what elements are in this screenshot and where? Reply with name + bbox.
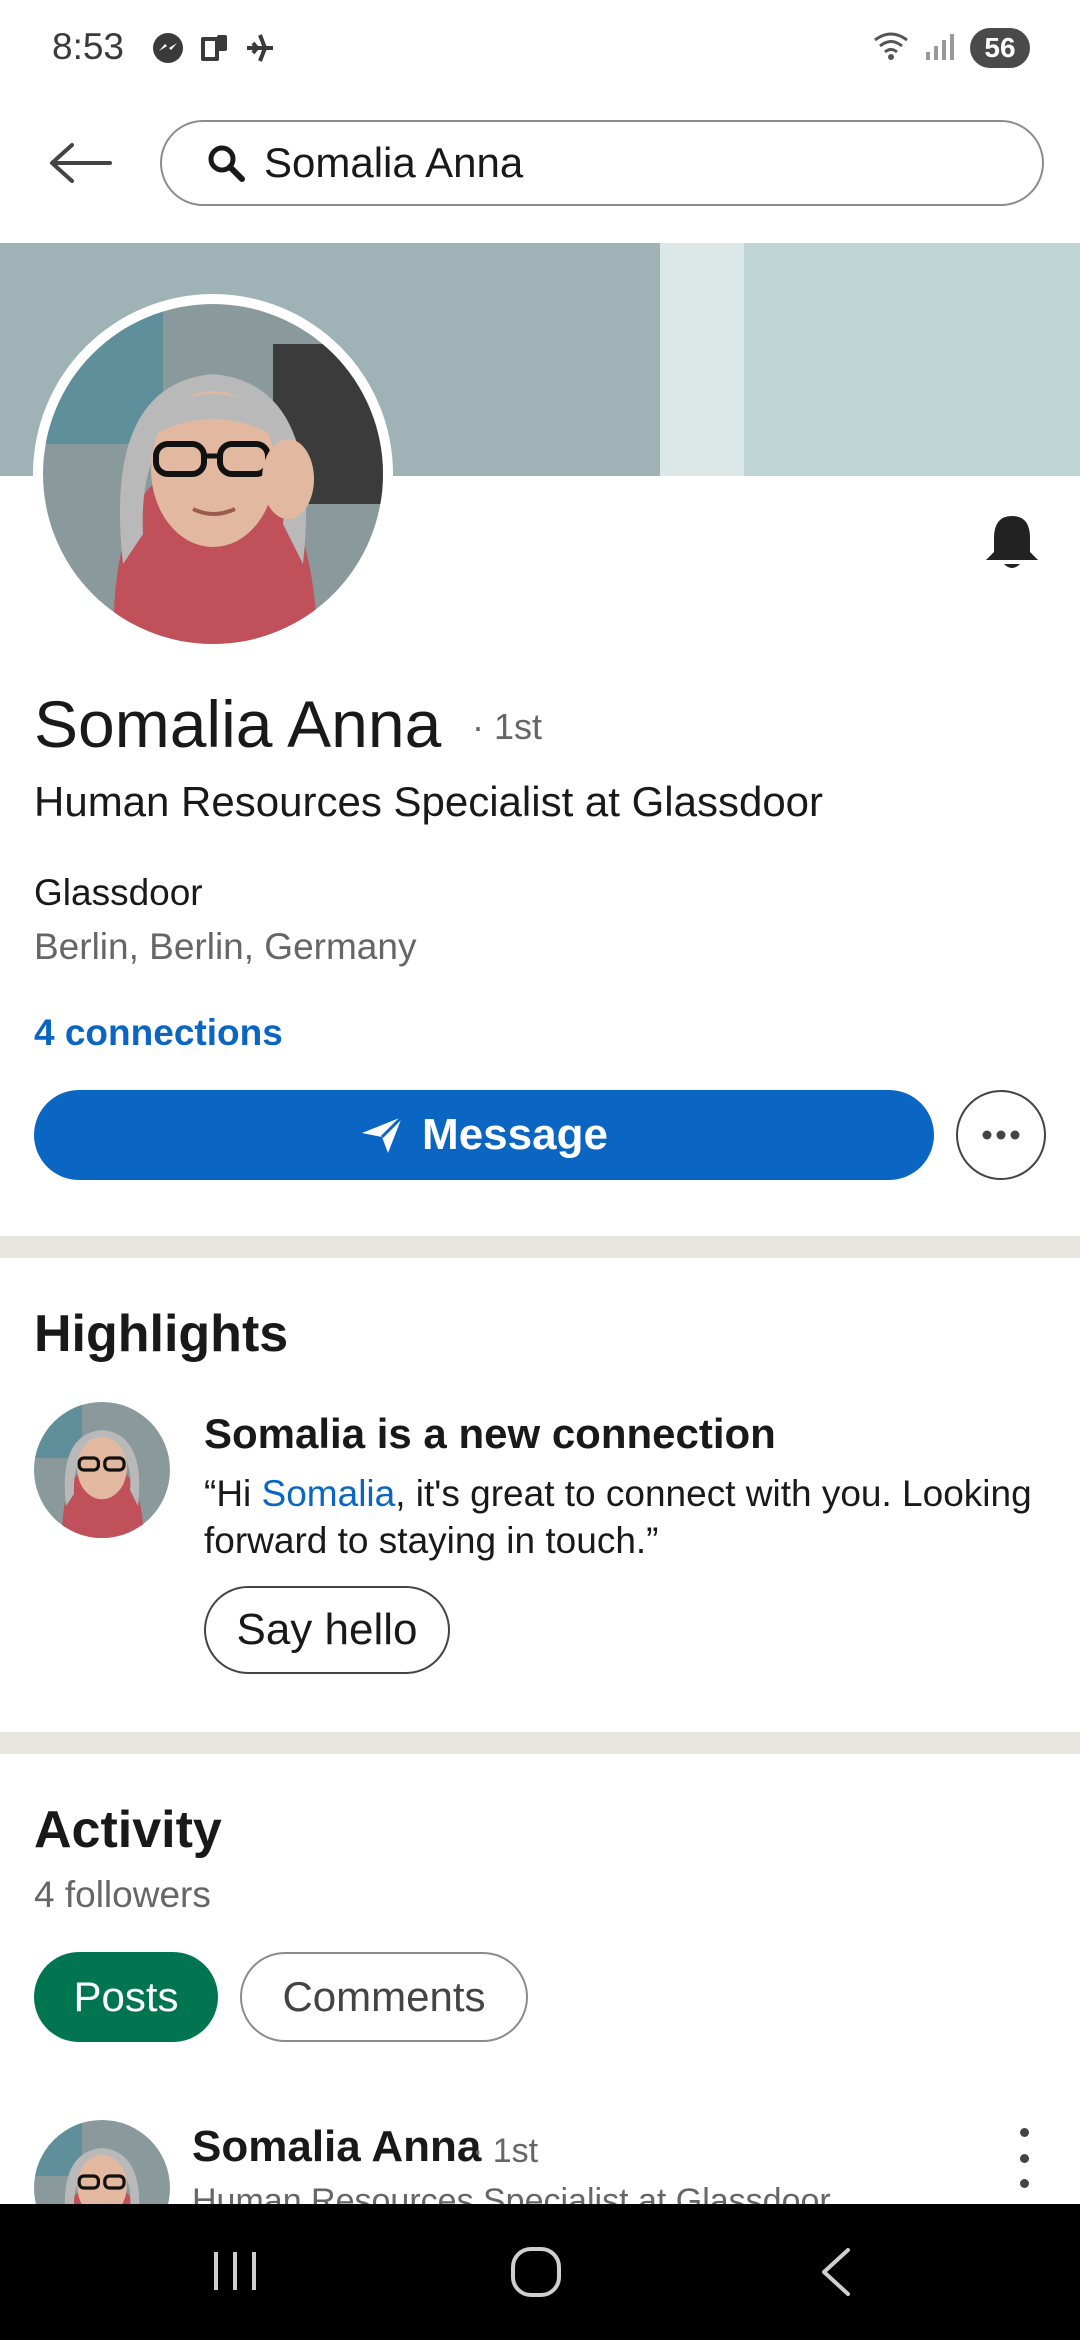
more-options-button[interactable] bbox=[956, 1090, 1046, 1180]
highlight-avatar[interactable] bbox=[34, 1402, 170, 1538]
back-arrow-icon bbox=[50, 143, 112, 183]
profile-photo bbox=[43, 304, 383, 644]
followers-count: 4 followers bbox=[34, 1874, 211, 1915]
search-query: Somalia Anna bbox=[264, 139, 524, 186]
airplane-icon bbox=[242, 30, 278, 66]
tab-posts[interactable]: Posts bbox=[34, 1952, 218, 2042]
status-left-icons bbox=[150, 30, 278, 66]
send-icon bbox=[362, 1115, 404, 1153]
profile-avatar[interactable] bbox=[33, 294, 393, 654]
back-button[interactable] bbox=[40, 128, 120, 198]
chevron-left-icon bbox=[822, 2248, 850, 2296]
wifi-icon bbox=[872, 30, 910, 67]
phone-clipboard-icon bbox=[196, 30, 232, 66]
section-divider bbox=[0, 1236, 1080, 1258]
home-icon bbox=[511, 2247, 561, 2297]
quote-open: “Hi bbox=[204, 1473, 262, 1514]
home-button[interactable] bbox=[508, 2244, 564, 2300]
connection-degree: · 1st bbox=[472, 706, 543, 747]
quote-name-link[interactable]: Somalia bbox=[262, 1473, 396, 1514]
search-input[interactable]: Somalia Anna bbox=[160, 120, 1044, 206]
highlight-message: “Hi Somalia, it's great to connect with … bbox=[204, 1470, 1044, 1564]
more-dots-icon bbox=[982, 1130, 1020, 1140]
bell-icon bbox=[986, 516, 1038, 568]
messenger-icon bbox=[150, 30, 186, 66]
status-right: 56 bbox=[872, 28, 1030, 68]
profile-location: Berlin, Berlin, Germany bbox=[34, 926, 417, 967]
message-button-label: Message bbox=[422, 1110, 608, 1159]
recent-apps-button[interactable] bbox=[205, 2246, 265, 2296]
profile-headline: Human Resources Specialist at Glassdoor bbox=[34, 778, 824, 825]
message-button[interactable]: Message bbox=[34, 1090, 934, 1180]
signal-icon bbox=[924, 30, 956, 67]
say-hello-button[interactable]: Say hello bbox=[204, 1586, 450, 1674]
post-menu-button[interactable] bbox=[1006, 2128, 1042, 2188]
profile-company[interactable]: Glassdoor bbox=[34, 872, 203, 914]
recent-apps-icon bbox=[214, 2252, 256, 2290]
battery-indicator: 56 bbox=[970, 28, 1030, 68]
highlight-card-title: Somalia is a new connection bbox=[204, 1410, 776, 1457]
status-time: 8:53 bbox=[52, 26, 125, 67]
post-author-degree: · 1st bbox=[472, 2132, 539, 2170]
system-back-button[interactable] bbox=[816, 2244, 856, 2300]
activity-title: Activity bbox=[34, 1801, 222, 1859]
profile-name: Somalia Anna bbox=[34, 687, 442, 761]
section-divider bbox=[0, 1732, 1080, 1754]
notification-bell-button[interactable] bbox=[980, 510, 1044, 574]
highlights-title: Highlights bbox=[34, 1305, 289, 1363]
highlight-photo bbox=[34, 1402, 170, 1538]
search-icon bbox=[208, 145, 245, 182]
tab-comments[interactable]: Comments bbox=[240, 1952, 528, 2042]
post-author-name[interactable]: Somalia Anna bbox=[192, 2122, 481, 2172]
connections-link[interactable]: 4 connections bbox=[34, 1012, 283, 1054]
